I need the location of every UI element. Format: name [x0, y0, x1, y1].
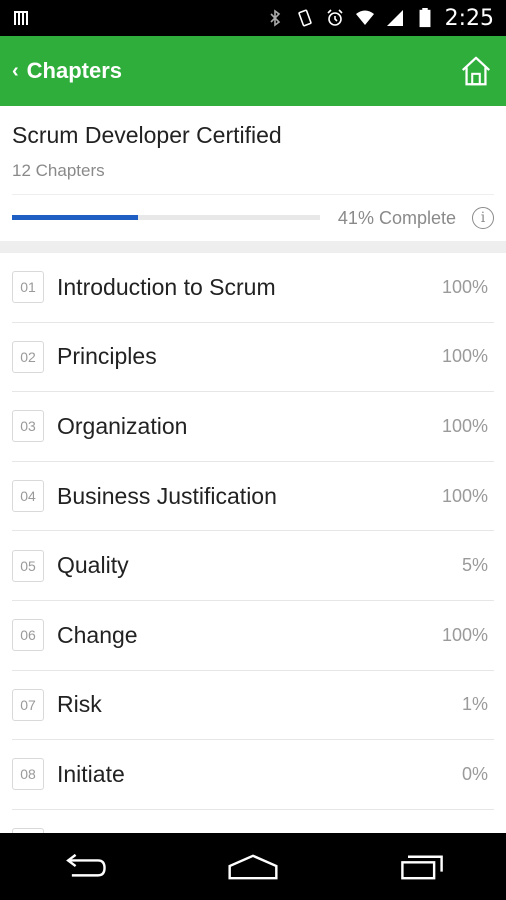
- alarm-icon: [327, 9, 343, 26]
- home-nav-icon: [228, 853, 278, 879]
- chapter-number-badge: 02: [12, 340, 44, 373]
- chapter-title: Principles: [57, 343, 157, 370]
- chapter-percent: 100%: [441, 276, 488, 297]
- course-chapter-count: 12 Chapters: [12, 161, 105, 180]
- nav-home-button[interactable]: [213, 842, 293, 892]
- chapter-title: Organization: [57, 412, 188, 439]
- chapter-percent: 100%: [441, 624, 488, 645]
- chapter-title: Change: [57, 621, 138, 648]
- barcode-icon: [14, 11, 28, 25]
- chapter-row[interactable]: 06 Change 100%: [12, 601, 494, 671]
- back-button[interactable]: ‹ Chapters: [12, 58, 122, 84]
- chapter-percent: 1%: [461, 694, 488, 715]
- chapter-row[interactable]: 05 Quality 5%: [12, 531, 494, 601]
- back-icon: [66, 853, 107, 877]
- chapter-number-badge: 08: [12, 758, 44, 791]
- wifi-icon: [355, 10, 374, 25]
- navigation-bar: [0, 833, 506, 900]
- app-screen: 2:25 ‹ Chapters Scrum Developer Certifie…: [0, 0, 506, 900]
- progress-fill: [12, 215, 139, 220]
- section-separator: [0, 241, 506, 253]
- chapter-title: Quality: [57, 552, 129, 579]
- status-bar: 2:25: [0, 0, 506, 36]
- chapter-row[interactable]: 03 Organization 100%: [12, 392, 494, 462]
- home-icon: [462, 56, 490, 86]
- signal-icon: [386, 10, 403, 26]
- chapter-percent: 100%: [441, 346, 488, 367]
- chevron-left-icon: ‹: [12, 60, 19, 82]
- progress-text: 41% Complete: [337, 208, 456, 228]
- vibrate-icon: [297, 9, 312, 27]
- chapter-row[interactable]: 07 Risk 1%: [12, 671, 494, 741]
- chapter-title: Initiate: [57, 760, 125, 787]
- chapter-list: 01 Introduction to Scrum 100% 02 Principles 1…: [0, 253, 506, 833]
- progress-bar: [12, 215, 320, 220]
- bluetooth-icon: [270, 9, 280, 27]
- chapter-title: Risk: [57, 691, 102, 718]
- chapter-percent: 0%: [461, 763, 488, 784]
- app-bar: ‹ Chapters: [0, 36, 506, 106]
- chapter-number-badge: 04: [12, 480, 44, 513]
- chapter-number-badge: 03: [12, 410, 44, 443]
- chapter-title: Business Justification: [57, 482, 277, 509]
- chapter-number-badge: 05: [12, 549, 44, 582]
- status-time: 2:25: [444, 5, 494, 31]
- course-title: Scrum Developer Certified: [12, 122, 282, 148]
- chapter-title: Introduction to Scrum: [57, 273, 276, 300]
- chapter-number-badge: 01: [12, 271, 44, 304]
- course-header: Scrum Developer Certified 12 Chapters 41…: [0, 106, 506, 241]
- chapter-number-badge: 07: [12, 688, 44, 721]
- divider: [12, 194, 494, 195]
- chapter-row[interactable]: 02 Principles 100%: [12, 323, 494, 393]
- info-icon[interactable]: i: [472, 207, 494, 229]
- chapter-row[interactable]: 08 Initiate 0%: [12, 740, 494, 810]
- chapter-row[interactable]: 04 Business Justification 100%: [12, 462, 494, 532]
- home-button[interactable]: [458, 53, 494, 89]
- chapter-row[interactable]: 01 Introduction to Scrum 100%: [12, 253, 494, 323]
- chapter-row[interactable]: [12, 810, 494, 833]
- chapter-percent: 100%: [441, 415, 488, 436]
- nav-back-button[interactable]: [44, 842, 124, 892]
- chapter-percent: 5%: [461, 555, 488, 576]
- recents-icon: [400, 855, 443, 879]
- chapter-percent: 100%: [441, 485, 488, 506]
- page-title: Chapters: [26, 58, 123, 83]
- chapter-number-badge: 06: [12, 619, 44, 652]
- battery-icon: [419, 8, 431, 28]
- nav-recents-button[interactable]: [382, 842, 462, 892]
